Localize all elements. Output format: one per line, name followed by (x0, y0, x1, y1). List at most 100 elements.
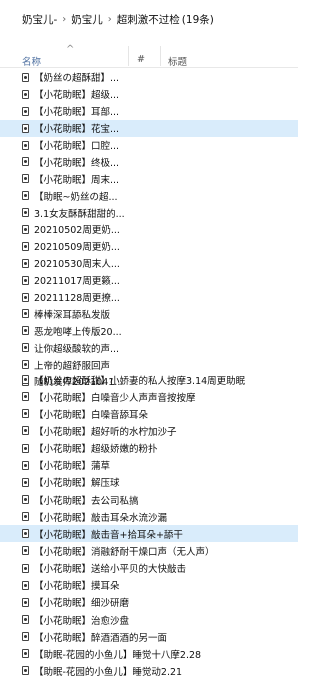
breadcrumb-item-1[interactable]: 奶宝儿- (22, 12, 57, 27)
file-name: 恶龙咆哮上传版20... (34, 326, 122, 338)
chevron-right-icon: › (107, 13, 112, 25)
file-name: 【小花助眠】送给小平贝的大快敲击 (34, 564, 187, 576)
file-row[interactable]: 【小花助眠】消融舒耐干燥口声（无人声） (0, 542, 298, 559)
file-row[interactable]: 【小花助眠】蒲草 (0, 457, 298, 474)
file-row[interactable]: 【小花助眠】解压球 (0, 474, 298, 491)
file-name: 【小花助眠】超好听的水柠加沙子 (34, 426, 177, 438)
file-name: 【小花助眠】周末... (34, 174, 120, 186)
file-row[interactable]: 20210502周更奶... (0, 221, 298, 238)
audio-file-icon (22, 375, 29, 385)
file-row[interactable]: 【小花助眠】敲击音+拾耳朵+舔干 (0, 525, 298, 543)
file-row[interactable]: 【小花助眠】口腔... (0, 137, 298, 154)
file-name: 3.1女友酥酥甜甜的... (34, 208, 125, 220)
audio-file-icon (22, 140, 29, 150)
file-row[interactable]: 【小花助眠】摸耳朵 (0, 577, 298, 594)
file-name: 【奶丝の超酥甜】... (34, 73, 120, 85)
audio-file-icon (22, 477, 29, 487)
file-row[interactable]: 【小花助眠】白噪音少人声声音按按摩 (0, 388, 298, 405)
column-header: 名称 ^ # 标题 (0, 44, 298, 68)
file-row[interactable]: 【小花助眠】耳部... (0, 103, 298, 120)
column-divider[interactable] (128, 46, 129, 66)
file-row[interactable]: 【小花助眠】细沙研磨 (0, 594, 298, 611)
file-name: 【小花助眠】超级... (34, 90, 120, 102)
audio-file-icon (22, 208, 29, 218)
file-name: 【小花助眠】终极... (34, 157, 120, 169)
column-name-header[interactable]: 名称 (22, 54, 41, 68)
audio-file-icon (22, 106, 29, 116)
audio-file-icon (22, 460, 29, 470)
file-row[interactable]: 【奶丝の超酥甜】小娇妻的私人按摩3.14周更助眠 (0, 371, 298, 388)
file-row[interactable]: 20211017周更籁... (0, 272, 298, 289)
item-count: (19条) (181, 13, 214, 26)
file-name: 【小花助眠】口腔... (34, 141, 120, 152)
audio-file-icon (22, 529, 29, 539)
file-row[interactable]: 20210509周更奶... (0, 238, 298, 255)
file-name: 【助眠~奶丝の超... (34, 191, 118, 203)
audio-file-icon (22, 512, 29, 522)
file-list-top: 【奶丝の超酥甜】... 【小花助眠】超级... 【小花助眠】耳部... 【小花助眠】花… (0, 69, 298, 390)
file-row[interactable]: 【助眠-花园的小鱼儿】睡觉动2.21 (0, 662, 298, 679)
file-row[interactable]: 棒棒深耳舔私发版 (0, 305, 298, 322)
file-name: 【小花助眠】解压球 (34, 478, 120, 490)
column-divider[interactable] (160, 46, 161, 66)
audio-file-icon (22, 649, 29, 659)
audio-file-icon (22, 224, 29, 234)
audio-file-icon (22, 292, 29, 302)
file-row[interactable]: 恶龙咆哮上传版20... (0, 322, 298, 339)
audio-file-icon (22, 632, 29, 642)
audio-file-icon (22, 563, 29, 573)
file-row[interactable]: 20211128周更撩... (0, 289, 298, 306)
file-row[interactable]: 【奶丝の超酥甜】... (0, 69, 298, 86)
file-row[interactable]: 【小花助眠】去公司私搞 (0, 491, 298, 508)
file-list-bottom: 【奶丝の超酥甜】小娇妻的私人按摩3.14周更助眠 【小花助眠】白噪音少人声声音按按… (0, 371, 298, 680)
chevron-right-icon: › (62, 13, 67, 25)
file-row[interactable]: 【小花助眠】终极... (0, 153, 298, 170)
file-name: 【小花助眠】白噪音舔耳朵 (34, 409, 149, 421)
file-name: 20210502周更奶... (34, 225, 120, 237)
audio-file-icon (22, 615, 29, 625)
file-row[interactable]: 【小花助眠】超级娇嫩的粉扑 (0, 440, 298, 457)
file-row[interactable]: 【小花助眠】送给小平贝的大快敲击 (0, 560, 298, 577)
audio-file-icon (22, 241, 29, 251)
file-name: 让你超级酸软的声... (34, 343, 120, 355)
audio-file-icon (22, 443, 29, 453)
audio-file-icon (22, 326, 29, 336)
file-row[interactable]: 【小花助眠】花宝... (0, 119, 298, 137)
file-name: 【小花助眠】敲击音+拾耳朵+舔干 (34, 529, 183, 541)
file-name: 20210509周更奶... (34, 242, 120, 254)
file-row[interactable]: 【小花助眠】敲击耳朵水流沙漏 (0, 508, 298, 525)
audio-file-icon (22, 275, 29, 285)
breadcrumb-item-3[interactable]: 超刺激不过检 (117, 12, 180, 27)
file-name: 【小花助眠】去公司私搞 (34, 495, 139, 507)
breadcrumb-item-2[interactable]: 奶宝儿 (71, 12, 103, 27)
file-row[interactable]: 【小花助眠】超级... (0, 86, 298, 103)
file-name: 【小花助眠】醉酒酒酒的另一面 (34, 632, 168, 644)
file-row[interactable]: 【助眠~奶丝の超... (0, 187, 298, 204)
audio-file-icon (22, 89, 29, 99)
file-name: 【小花助眠】耳部... (34, 107, 120, 119)
file-name: 【小花助眠】消融舒耐干燥口声（无人声） (34, 546, 215, 558)
file-row[interactable]: 3.1女友酥酥甜甜的... (0, 204, 298, 221)
file-name: 【小花助眠】治愈沙盘 (34, 615, 130, 627)
audio-file-icon (22, 666, 29, 676)
file-name: 【小花助眠】花宝... (34, 124, 120, 136)
file-row[interactable]: 【助眠-花园的小鱼儿】睡觉十八摩2.28 (0, 645, 298, 662)
file-name: 20211017周更籁... (34, 276, 120, 288)
file-name: 【奶丝の超酥甜】小娇妻的私人按摩3.14周更助眠 (34, 375, 246, 387)
file-row[interactable]: 【小花助眠】白噪音舔耳朵 (0, 405, 298, 422)
audio-file-icon (22, 343, 29, 353)
file-row[interactable]: 【小花助眠】治愈沙盘 (0, 611, 298, 628)
file-row[interactable]: 【小花助眠】周末... (0, 170, 298, 187)
file-row[interactable]: 让你超级酸软的声... (0, 339, 298, 356)
file-row[interactable]: 20210530周末人... (0, 255, 298, 272)
breadcrumb: 奶宝儿- › 奶宝儿 › 超刺激不过检 (19条) (0, 0, 298, 38)
column-title-header[interactable]: 标题 (168, 54, 187, 68)
file-name: 【助眠-花园的小鱼儿】睡觉十八摩2.28 (34, 649, 202, 661)
file-row[interactable]: 【小花助眠】超好听的水柠加沙子 (0, 422, 298, 439)
file-name: 上帝的超舒服回声 (34, 360, 111, 372)
column-number-header[interactable]: # (137, 54, 145, 65)
file-row[interactable]: 【小花助眠】醉酒酒酒的另一面 (0, 628, 298, 645)
audio-file-icon (22, 157, 29, 167)
file-name: 棒棒深耳舔私发版 (34, 309, 111, 321)
file-name: 【小花助眠】敲击耳朵水流沙漏 (34, 512, 168, 524)
